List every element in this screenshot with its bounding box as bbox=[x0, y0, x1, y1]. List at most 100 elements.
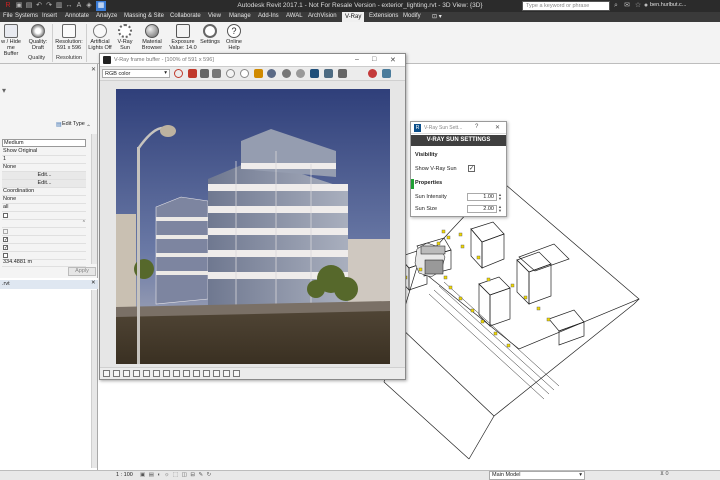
vray-sun-button[interactable]: V-Ray Sun bbox=[115, 24, 135, 51]
checkbox-row[interactable]: ✓ bbox=[2, 236, 86, 244]
checkbox-row[interactable]: ✓ bbox=[2, 244, 86, 252]
property-value[interactable]: None bbox=[2, 196, 86, 204]
property-value[interactable]: all bbox=[2, 204, 86, 212]
show-vray-sun-checkbox[interactable]: ✓ bbox=[468, 165, 475, 172]
sun-size-input[interactable]: 2.00 bbox=[467, 205, 497, 213]
tab-add-ins[interactable]: Add-Ins bbox=[258, 13, 279, 19]
edit-button[interactable]: Edit... bbox=[2, 180, 86, 188]
edit-type-button[interactable]: Edit Type bbox=[62, 121, 85, 127]
color-clamp-icon[interactable] bbox=[233, 370, 240, 377]
artificial-lights-button[interactable]: Artificial Lights Off bbox=[87, 24, 113, 51]
sun-intensity-spinner[interactable]: ▲ ▼ bbox=[498, 193, 503, 201]
vray-frame-buffer-window[interactable]: V-Ray frame buffer - [100% of 591 x 596]… bbox=[99, 53, 406, 380]
exposure-button[interactable]: Exposure Value: 14.0 bbox=[168, 24, 198, 51]
tab-archvision[interactable]: ArchVision bbox=[308, 13, 337, 19]
sun-size-spinner[interactable]: ▲ ▼ bbox=[498, 205, 503, 213]
render-history-icon[interactable] bbox=[338, 69, 347, 78]
tab-massing-site[interactable]: Massing & Site bbox=[124, 13, 164, 19]
close-icon[interactable]: ✕ bbox=[495, 124, 500, 131]
duplicate-icon[interactable] bbox=[296, 69, 305, 78]
tab-systems[interactable]: Systems bbox=[15, 13, 38, 19]
eye-elevation-field[interactable]: 334.4881 m bbox=[2, 259, 86, 267]
subscription-icon[interactable]: ✉ bbox=[622, 1, 632, 11]
search-input[interactable]: Type a keyword or phrase bbox=[522, 1, 610, 11]
last-render-icon[interactable] bbox=[324, 69, 333, 78]
ribbon-toggle-icon[interactable]: ⊡ ▾ bbox=[432, 13, 442, 20]
pixel-info-icon[interactable] bbox=[173, 370, 180, 377]
alpha-channel-icon[interactable] bbox=[226, 69, 235, 78]
tab-insert[interactable]: Insert bbox=[42, 13, 57, 19]
channel-select[interactable]: RGB color ▾ bbox=[102, 69, 170, 78]
color-correction-icon[interactable] bbox=[103, 370, 110, 377]
compare-icon[interactable] bbox=[203, 370, 210, 377]
checkbox-checked[interactable]: ✓ bbox=[3, 237, 8, 243]
parts-visibility-field[interactable]: Show Original bbox=[2, 148, 86, 156]
tab-analyze[interactable]: Analyze bbox=[96, 13, 117, 19]
checkbox-row[interactable] bbox=[2, 228, 86, 236]
properties-section[interactable]: Properties bbox=[415, 180, 442, 186]
tab-vray[interactable]: V-Ray bbox=[342, 12, 365, 22]
discipline-field[interactable]: Coordination bbox=[2, 188, 86, 196]
tab-manage[interactable]: Manage bbox=[229, 13, 251, 19]
track-mouse-icon[interactable] bbox=[188, 69, 197, 78]
collapse-icon[interactable]: ⌃ bbox=[86, 124, 91, 131]
lut-icon[interactable] bbox=[153, 370, 160, 377]
maximize-icon[interactable]: □ bbox=[372, 56, 376, 63]
minimize-icon[interactable]: – bbox=[355, 56, 359, 63]
resolution-button[interactable]: Resolution: 591 x 596 bbox=[53, 24, 85, 51]
help-icon[interactable]: ? bbox=[475, 124, 478, 130]
close-icon[interactable]: ✕ bbox=[91, 66, 96, 73]
tab-collaborate[interactable]: Collaborate bbox=[170, 13, 201, 19]
curve-icon[interactable] bbox=[123, 370, 130, 377]
settings-button[interactable]: Settings bbox=[199, 24, 221, 45]
tab-extensions[interactable]: Extensions bbox=[369, 13, 398, 19]
vfb-title-bar[interactable]: V-Ray frame buffer - [100% of 591 x 596]… bbox=[100, 54, 405, 67]
red-channel-icon[interactable] bbox=[174, 69, 183, 78]
online-help-button[interactable]: ? Online Help bbox=[223, 24, 245, 51]
filter-icon[interactable]: ⊻ 0 bbox=[660, 471, 669, 477]
show-hide-frame-buffer-button[interactable]: w / Hide me Buffer bbox=[0, 24, 22, 57]
edit-button[interactable]: Edit... bbox=[2, 172, 86, 180]
property-value[interactable]: None bbox=[2, 164, 86, 172]
active-workset-select[interactable]: Main Model ▾ bbox=[489, 471, 585, 480]
close-icon[interactable]: ✕ bbox=[91, 280, 96, 286]
clear-image-icon[interactable] bbox=[282, 69, 291, 78]
apply-button[interactable]: Apply bbox=[68, 267, 96, 276]
properties-scrollbar[interactable] bbox=[91, 134, 97, 264]
view-controls-icon[interactable]: ▣ ▤ ◐ ☼ ⬚ ◫ ⊟ ✎ ↻ bbox=[140, 472, 212, 478]
property-value[interactable]: 1 bbox=[2, 156, 86, 164]
green-channel-icon[interactable] bbox=[200, 69, 209, 78]
mono-icon[interactable] bbox=[240, 69, 249, 78]
user-name[interactable]: ben.hurlbut.c... bbox=[650, 2, 686, 8]
vray-sun-settings-window[interactable]: R V-Ray Sun Sett... ? ✕ V-RAY SUN SETTIN… bbox=[410, 121, 507, 217]
quality-button[interactable]: Quality: Draft bbox=[26, 24, 50, 51]
start-render-icon[interactable] bbox=[382, 69, 391, 78]
lens-effects-icon[interactable] bbox=[183, 370, 190, 377]
checkbox-row[interactable] bbox=[2, 212, 86, 220]
detail-level-field[interactable]: Medium bbox=[2, 139, 86, 147]
tab-annotate[interactable]: Annotate bbox=[65, 13, 89, 19]
ocio-icon[interactable] bbox=[163, 370, 170, 377]
checkbox[interactable] bbox=[3, 253, 8, 258]
material-browser-button[interactable]: Material Browser bbox=[139, 24, 165, 51]
sun-intensity-input[interactable]: 1.00 bbox=[467, 193, 497, 201]
sun-title-bar[interactable]: R V-Ray Sun Sett... ? ✕ bbox=[411, 122, 506, 134]
visibility-section[interactable]: Visibility bbox=[415, 152, 438, 158]
checkbox[interactable] bbox=[3, 229, 8, 234]
browser-scrollbar[interactable] bbox=[91, 290, 97, 468]
chevron-down-icon[interactable]: ▾ bbox=[2, 86, 6, 95]
tab-awal[interactable]: AWAL bbox=[286, 13, 303, 19]
checkbox-checked[interactable]: ✓ bbox=[3, 245, 8, 251]
blue-channel-icon[interactable] bbox=[212, 69, 221, 78]
close-icon[interactable]: ✕ bbox=[390, 56, 396, 64]
region-render-icon[interactable] bbox=[310, 69, 319, 78]
exposure-icon[interactable] bbox=[133, 370, 140, 377]
load-image-icon[interactable] bbox=[267, 69, 276, 78]
collapse-icon[interactable]: ⌃ bbox=[82, 220, 86, 226]
tab-file[interactable]: File bbox=[3, 13, 13, 19]
tab-modify[interactable]: Modify bbox=[403, 13, 421, 19]
checkbox[interactable] bbox=[3, 213, 8, 218]
search-icon[interactable]: ⌕ bbox=[611, 1, 621, 11]
ab-compare-icon[interactable] bbox=[213, 370, 220, 377]
tab-view[interactable]: View bbox=[208, 13, 221, 19]
